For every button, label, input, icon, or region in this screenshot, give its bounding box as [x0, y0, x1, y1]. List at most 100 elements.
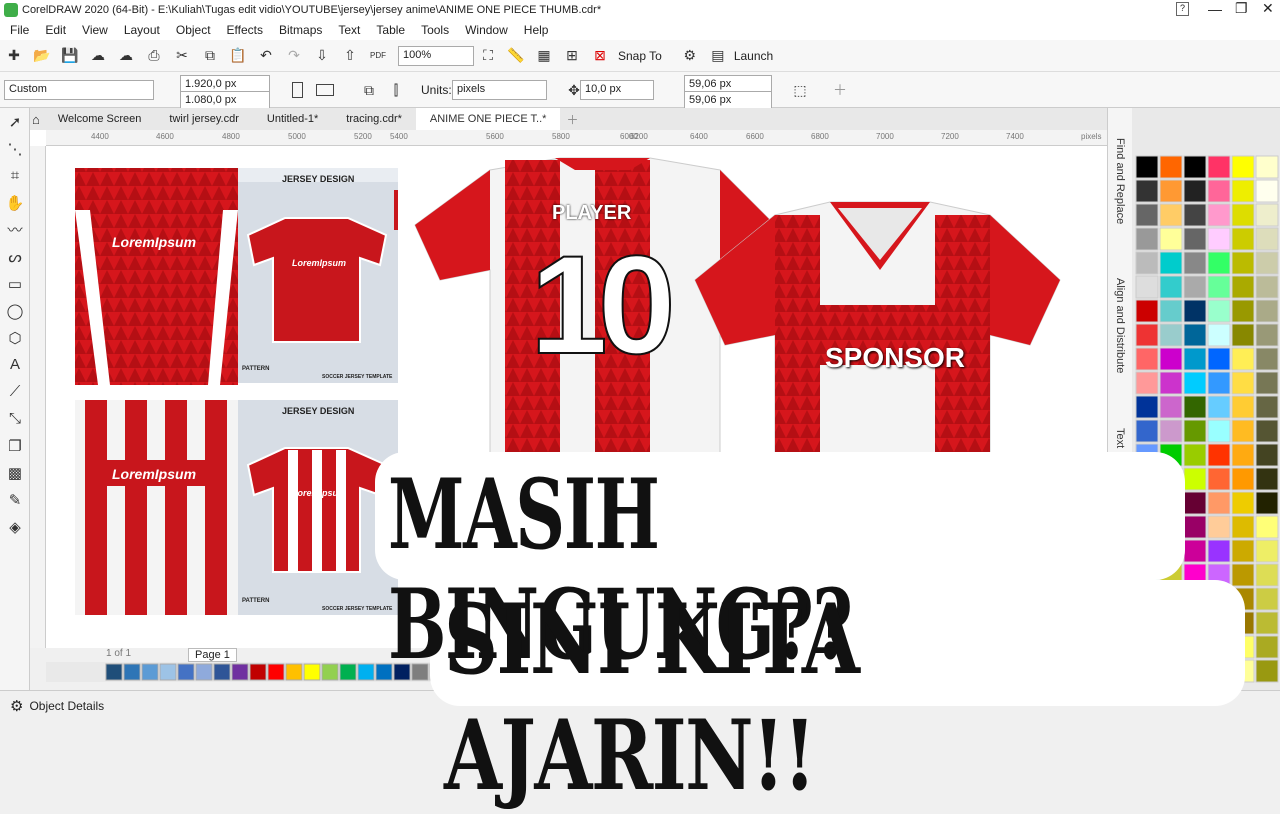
- document-swatch[interactable]: [177, 663, 195, 681]
- tab-untitled-1[interactable]: Untitled-1*: [253, 108, 332, 130]
- palette-swatch[interactable]: [1255, 371, 1279, 395]
- text-tool-icon[interactable]: A: [0, 351, 30, 378]
- palette-swatch[interactable]: [1183, 347, 1207, 371]
- undo-icon[interactable]: ↶: [255, 45, 277, 67]
- palette-swatch[interactable]: [1183, 227, 1207, 251]
- palette-swatch[interactable]: [1183, 155, 1207, 179]
- docker-align-distribute[interactable]: Align and Distribute: [1114, 278, 1126, 373]
- palette-swatch[interactable]: [1255, 587, 1279, 611]
- help-icon[interactable]: ?: [1176, 2, 1189, 16]
- all-pages-icon[interactable]: ⧉: [358, 79, 380, 101]
- palette-swatch[interactable]: [1231, 275, 1255, 299]
- document-swatch[interactable]: [105, 663, 123, 681]
- minimize-button[interactable]: —: [1208, 1, 1222, 17]
- horizontal-ruler[interactable]: 4400 4600 4800 5000 5200 5400 5600 5800 …: [46, 130, 1107, 146]
- palette-swatch[interactable]: [1183, 395, 1207, 419]
- palette-swatch[interactable]: [1255, 275, 1279, 299]
- document-swatch[interactable]: [141, 663, 159, 681]
- menu-table[interactable]: Table: [376, 23, 405, 37]
- launch-dropdown[interactable]: Launch: [734, 49, 773, 63]
- artistic-media-icon[interactable]: ᔕ: [0, 243, 30, 270]
- palette-swatch[interactable]: [1135, 275, 1159, 299]
- menu-help[interactable]: Help: [524, 23, 549, 37]
- object-details-label[interactable]: Object Details: [29, 699, 104, 713]
- palette-swatch[interactable]: [1207, 251, 1231, 275]
- freehand-tool-icon[interactable]: 〰: [0, 216, 30, 243]
- palette-swatch[interactable]: [1159, 395, 1183, 419]
- copy-icon[interactable]: ⧉: [199, 45, 221, 67]
- print-icon[interactable]: ⎙: [143, 45, 165, 67]
- palette-swatch[interactable]: [1207, 299, 1231, 323]
- palette-swatch[interactable]: [1207, 371, 1231, 395]
- palette-swatch[interactable]: [1231, 299, 1255, 323]
- palette-swatch[interactable]: [1207, 227, 1231, 251]
- palette-swatch[interactable]: [1183, 203, 1207, 227]
- menu-object[interactable]: Object: [176, 23, 211, 37]
- palette-swatch[interactable]: [1207, 155, 1231, 179]
- menu-edit[interactable]: Edit: [45, 23, 66, 37]
- docker-text[interactable]: Text: [1114, 428, 1126, 448]
- palette-swatch[interactable]: [1255, 227, 1279, 251]
- document-swatch[interactable]: [249, 663, 267, 681]
- current-page-icon[interactable]: ⫿: [385, 79, 407, 101]
- palette-swatch[interactable]: [1183, 419, 1207, 443]
- units-dropdown[interactable]: pixels: [452, 80, 547, 100]
- drop-shadow-icon[interactable]: ❐: [0, 432, 30, 459]
- menu-window[interactable]: Window: [465, 23, 508, 37]
- palette-swatch[interactable]: [1135, 323, 1159, 347]
- palette-swatch[interactable]: [1135, 227, 1159, 251]
- rulers-icon[interactable]: 📏: [505, 45, 527, 67]
- full-screen-icon[interactable]: ⛶: [477, 45, 499, 67]
- snap-to-dropdown[interactable]: Snap To: [618, 49, 662, 63]
- tab-anime-one-piece[interactable]: ANIME ONE PIECE T..*: [415, 108, 561, 130]
- palette-swatch[interactable]: [1255, 323, 1279, 347]
- palette-swatch[interactable]: [1255, 467, 1279, 491]
- palette-swatch[interactable]: [1255, 347, 1279, 371]
- document-swatch[interactable]: [321, 663, 339, 681]
- connector-tool-icon[interactable]: ⤡: [0, 405, 30, 432]
- menu-tools[interactable]: Tools: [421, 23, 449, 37]
- palette-swatch[interactable]: [1207, 443, 1231, 467]
- palette-swatch[interactable]: [1231, 467, 1255, 491]
- palette-swatch[interactable]: [1255, 203, 1279, 227]
- new-document-icon[interactable]: ✚: [3, 45, 25, 67]
- pan-tool-icon[interactable]: ✋: [0, 189, 30, 216]
- page-preset-dropdown[interactable]: Custom: [4, 80, 154, 100]
- launch-icon[interactable]: ▤: [707, 45, 729, 67]
- palette-swatch[interactable]: [1255, 659, 1279, 683]
- document-swatch[interactable]: [231, 663, 249, 681]
- palette-swatch[interactable]: [1255, 443, 1279, 467]
- palette-swatch[interactable]: [1231, 515, 1255, 539]
- nudge-distance-field[interactable]: 10,0 px: [580, 80, 654, 100]
- palette-swatch[interactable]: [1231, 395, 1255, 419]
- palette-swatch[interactable]: [1207, 395, 1231, 419]
- document-swatch[interactable]: [195, 663, 213, 681]
- zoom-field[interactable]: 100%: [398, 45, 474, 66]
- maximize-button[interactable]: ❐: [1235, 0, 1248, 17]
- document-swatch[interactable]: [285, 663, 303, 681]
- palette-swatch[interactable]: [1255, 155, 1279, 179]
- document-swatch[interactable]: [303, 663, 321, 681]
- document-swatch[interactable]: [213, 663, 231, 681]
- palette-swatch[interactable]: [1255, 251, 1279, 275]
- palette-swatch[interactable]: [1207, 419, 1231, 443]
- palette-swatch[interactable]: [1207, 491, 1231, 515]
- menu-file[interactable]: File: [10, 23, 29, 37]
- cloud-download-icon[interactable]: ☁: [115, 45, 137, 67]
- palette-swatch[interactable]: [1207, 179, 1231, 203]
- page-height-field[interactable]: 1.080,0 px: [180, 91, 270, 109]
- tab-welcome-screen[interactable]: Welcome Screen: [44, 108, 156, 130]
- save-icon[interactable]: 💾: [59, 45, 81, 67]
- tab-twirl-jersey[interactable]: twirl jersey.cdr: [155, 108, 252, 130]
- palette-swatch[interactable]: [1231, 563, 1255, 587]
- palette-swatch[interactable]: [1135, 251, 1159, 275]
- palette-swatch[interactable]: [1183, 539, 1207, 563]
- palette-swatch[interactable]: [1231, 419, 1255, 443]
- duplicate-y-field[interactable]: 59,06 px: [684, 91, 772, 109]
- palette-swatch[interactable]: [1159, 299, 1183, 323]
- palette-swatch[interactable]: [1159, 275, 1183, 299]
- palette-swatch[interactable]: [1207, 347, 1231, 371]
- palette-swatch[interactable]: [1135, 299, 1159, 323]
- document-swatch[interactable]: [267, 663, 285, 681]
- palette-swatch[interactable]: [1183, 371, 1207, 395]
